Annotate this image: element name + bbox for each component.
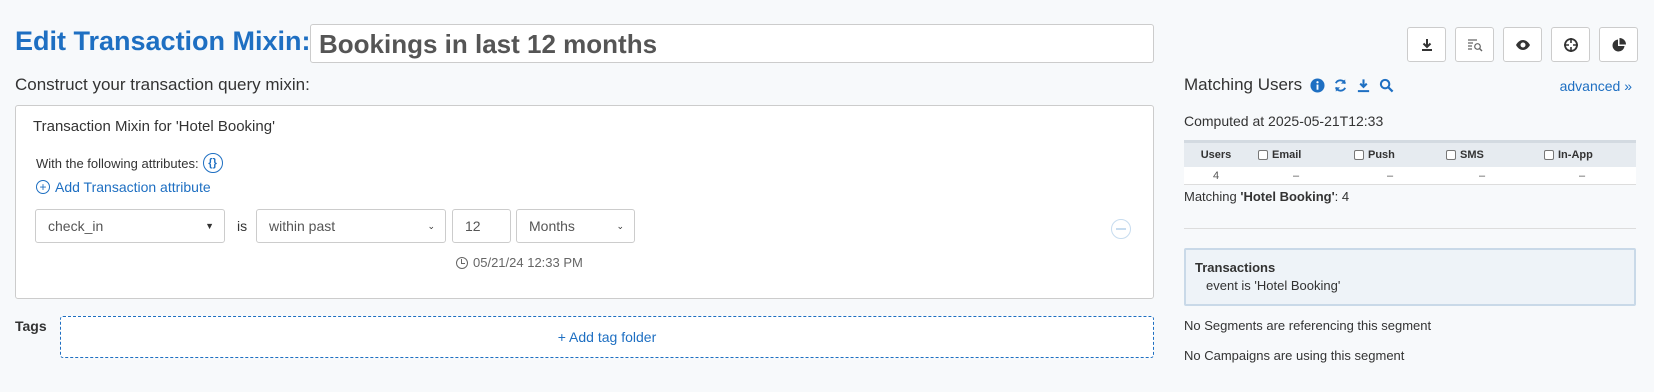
matching-prefix: Matching bbox=[1184, 189, 1241, 204]
matching-users-title: Matching Users bbox=[1184, 75, 1303, 94]
header-push: Push bbox=[1344, 149, 1436, 161]
operator-select[interactable]: within past ⌄ bbox=[256, 209, 446, 243]
page-title: Edit Transaction Mixin: bbox=[15, 26, 311, 56]
matching-count: Matching 'Hotel Booking': 4 bbox=[1184, 189, 1349, 204]
clock-icon bbox=[456, 256, 468, 269]
search-list-icon bbox=[1467, 38, 1482, 51]
add-attribute-link[interactable]: + Add Transaction attribute bbox=[36, 179, 211, 195]
mixin-panel: Transaction Mixin for 'Hotel Booking' Wi… bbox=[15, 105, 1154, 299]
no-segments-text: No Segments are referencing this segment bbox=[1184, 318, 1432, 333]
download-icon bbox=[1421, 38, 1432, 51]
sms-checkbox[interactable] bbox=[1446, 150, 1456, 160]
preview-button[interactable] bbox=[1503, 27, 1542, 62]
header-users: Users bbox=[1200, 149, 1232, 161]
info-icon[interactable] bbox=[1310, 77, 1325, 93]
header-push-label: Push bbox=[1368, 149, 1395, 161]
divider bbox=[1184, 228, 1636, 229]
inapp-checkbox[interactable] bbox=[1544, 150, 1554, 160]
plus-circle-icon: + bbox=[36, 180, 50, 194]
timestamp-text: 05/21/24 12:33 PM bbox=[473, 255, 583, 270]
download-button[interactable] bbox=[1407, 27, 1446, 62]
amount-input[interactable]: 12 bbox=[452, 209, 511, 243]
field-select-value: check_in bbox=[48, 218, 104, 234]
email-checkbox[interactable] bbox=[1258, 150, 1268, 160]
matching-users-table: Users Email Push SMS In-App 4 – – – – bbox=[1184, 140, 1636, 185]
transactions-condition: event is 'Hotel Booking' bbox=[1206, 278, 1341, 293]
caret-down-icon: ▼ bbox=[205, 221, 214, 231]
operator-word: is bbox=[237, 218, 248, 234]
header-inapp-label: In-App bbox=[1558, 149, 1593, 161]
matching-name: 'Hotel Booking' bbox=[1240, 189, 1335, 204]
cell-inapp: – bbox=[1578, 169, 1586, 182]
push-checkbox[interactable] bbox=[1354, 150, 1364, 160]
computed-at: Computed at 2025-05-21T12:33 bbox=[1184, 113, 1384, 129]
unit-select-value: Months bbox=[529, 218, 575, 234]
minus-circle-icon bbox=[1116, 228, 1126, 230]
add-tag-folder-button[interactable]: + Add tag folder bbox=[60, 316, 1154, 358]
transactions-title: Transactions bbox=[1195, 260, 1276, 275]
eye-icon bbox=[1515, 39, 1530, 50]
add-attribute-label: Add Transaction attribute bbox=[55, 179, 211, 195]
search-icon[interactable] bbox=[1379, 78, 1394, 93]
toolbar bbox=[1407, 27, 1638, 62]
attributes-label: With the following attributes: bbox=[36, 155, 199, 171]
transactions-box: Transactions event is 'Hotel Booking' bbox=[1184, 248, 1636, 306]
cell-push: – bbox=[1386, 169, 1394, 182]
matching-suffix: : 4 bbox=[1334, 189, 1350, 204]
download-icon[interactable] bbox=[1356, 78, 1371, 93]
braces-icon[interactable]: {} bbox=[202, 153, 223, 173]
header-email-label: Email bbox=[1272, 149, 1302, 161]
operator-select-value: within past bbox=[269, 218, 336, 234]
table-header: Users Email Push SMS In-App bbox=[1184, 140, 1636, 167]
table-row: 4 – – – – bbox=[1184, 167, 1636, 185]
field-select[interactable]: check_in ▼ bbox=[35, 209, 225, 243]
header-sms: SMS bbox=[1436, 149, 1528, 161]
pie-chart-icon bbox=[1612, 37, 1626, 51]
no-campaigns-text: No Campaigns are using this segment bbox=[1184, 348, 1405, 363]
advanced-link[interactable]: advanced » bbox=[1560, 78, 1632, 94]
chart-button[interactable] bbox=[1599, 27, 1638, 62]
header-sms-label: SMS bbox=[1460, 149, 1484, 161]
cell-sms: – bbox=[1478, 169, 1486, 182]
remove-condition-button[interactable] bbox=[1111, 219, 1131, 239]
chevron-down-icon: ⌄ bbox=[427, 220, 435, 231]
builder-subtitle: Construct your transaction query mixin: bbox=[15, 75, 310, 94]
mixin-name-input[interactable]: Bookings in last 12 months bbox=[310, 24, 1154, 63]
matching-users-header: Matching Users bbox=[1184, 75, 1394, 95]
condition-timestamp: 05/21/24 12:33 PM bbox=[456, 255, 583, 270]
cell-users: 4 bbox=[1212, 169, 1220, 182]
attributes-row: With the following attributes: {} bbox=[36, 153, 223, 173]
refresh-icon[interactable] bbox=[1333, 78, 1348, 93]
panel-title: Transaction Mixin for 'Hotel Booking' bbox=[33, 118, 275, 135]
tags-label: Tags bbox=[15, 318, 47, 334]
unit-select[interactable]: Months ⌄ bbox=[516, 209, 635, 243]
header-inapp: In-App bbox=[1528, 149, 1636, 161]
crosshair-icon bbox=[1563, 37, 1578, 52]
header-email: Email bbox=[1248, 149, 1344, 161]
cell-email: – bbox=[1292, 169, 1300, 182]
target-button[interactable] bbox=[1551, 27, 1590, 62]
chevron-down-icon: ⌄ bbox=[616, 220, 624, 231]
search-list-button[interactable] bbox=[1455, 27, 1494, 62]
